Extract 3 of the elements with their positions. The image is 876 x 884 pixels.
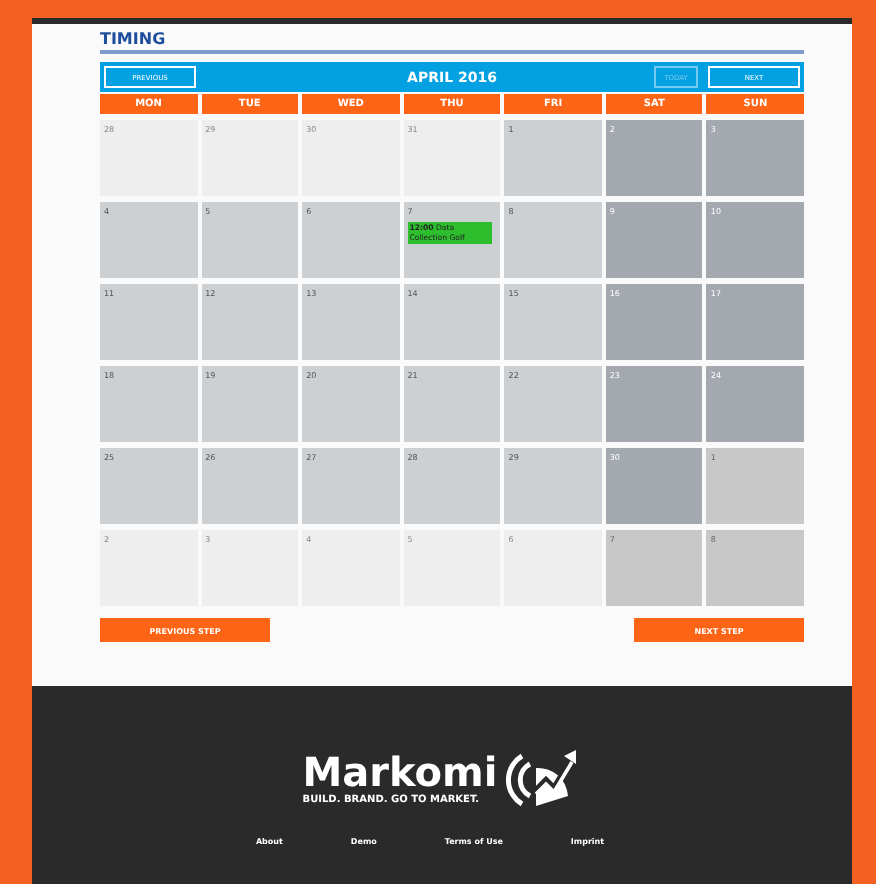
logo-wordmark: Markomi (302, 751, 498, 793)
chart-signal-icon (501, 744, 582, 812)
section-title: TIMING (100, 30, 168, 50)
